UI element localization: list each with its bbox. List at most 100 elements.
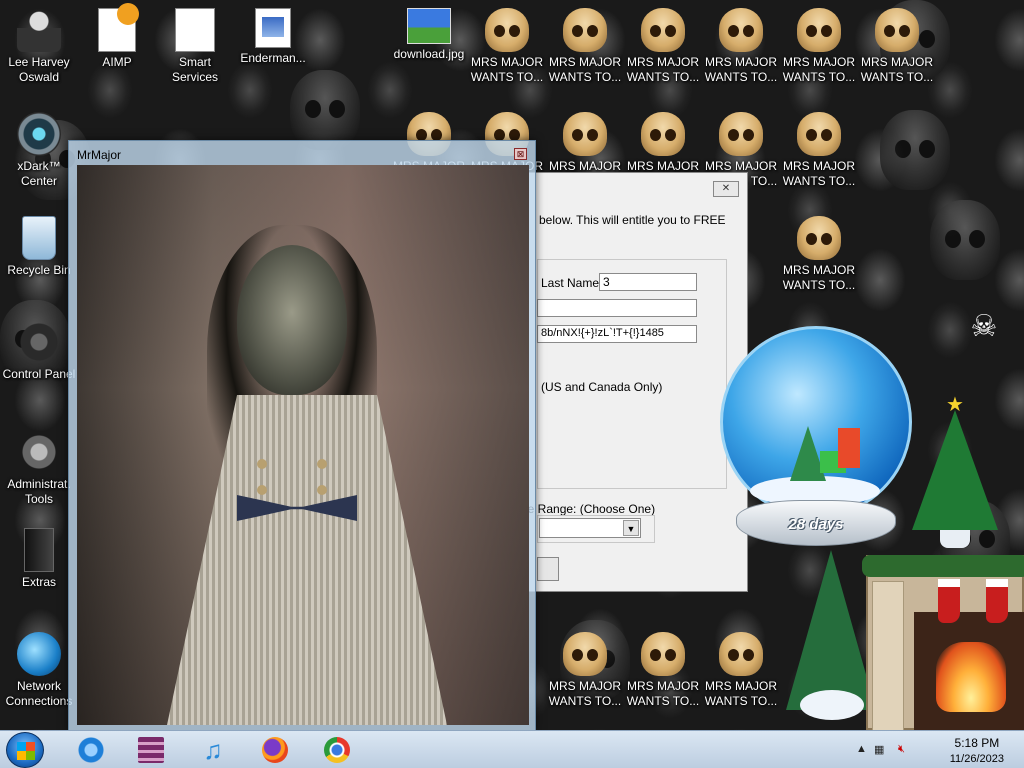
- stocking-icon: [986, 579, 1008, 623]
- desktop-icon-label: download.jpg: [393, 47, 465, 61]
- desktop-icon-label: Administrat. Tools: [7, 477, 71, 506]
- volume-muted-icon[interactable]: 🔇︎: [898, 743, 905, 756]
- close-icon[interactable]: ✕: [713, 181, 739, 197]
- last-name-label: Last Name:: [541, 276, 603, 290]
- desktop-icon-skull[interactable]: MRS MAJOR WANTS TO...: [624, 8, 702, 85]
- desktop-icon-extras[interactable]: Extras: [0, 528, 78, 590]
- days-countdown: 28 days: [788, 516, 844, 533]
- desktop: Lee Harvey Oswald xDark™ Center Recycle …: [0, 0, 1024, 730]
- intro-text: below. This will entitle you to FREE: [539, 213, 726, 227]
- desktop-icon-label: MRS MAJOR WANTS TO...: [704, 55, 778, 84]
- desktop-icon-skull[interactable]: MRS MAJOR WANTS TO...: [468, 8, 546, 85]
- register-button[interactable]: [537, 557, 559, 581]
- desktop-icon-skull[interactable]: MRS MAJOR WANTS TO...: [780, 216, 858, 293]
- fireplace-gadget[interactable]: [862, 555, 1024, 730]
- tree-icon: [912, 410, 998, 530]
- desktop-icon-label: Smart Services: [171, 55, 218, 84]
- skull-icon: [719, 8, 763, 52]
- chevron-down-icon: ▼: [623, 520, 639, 536]
- snow-globe-gadget[interactable]: 28 days: [720, 326, 916, 550]
- skull-icon: [485, 8, 529, 52]
- skull-icon: [875, 8, 919, 52]
- desktop-icon-xdark-center[interactable]: xDark™ Center: [0, 112, 78, 189]
- text-field[interactable]: [537, 299, 697, 317]
- range-select[interactable]: ▼: [539, 518, 641, 538]
- taskbar-internet-explorer[interactable]: [70, 733, 110, 767]
- fire-icon: [936, 642, 1006, 712]
- desktop-icon-label: MRS MAJOR WANTS TO...: [782, 55, 856, 84]
- desktop-icon-aimp[interactable]: AIMP: [78, 3, 156, 70]
- taskbar-firefox[interactable]: [254, 733, 294, 767]
- taskbar: ♫ ▲ ▦ 🔇︎ 5:18 PM 11/26/2023: [0, 730, 1024, 768]
- window-title: MrMajor: [77, 148, 121, 162]
- desktop-icon-label: Extras: [21, 575, 56, 589]
- desktop-icon-skull[interactable]: MRS MAJOR WANTS TO...: [624, 632, 702, 709]
- person-icon: [17, 8, 61, 52]
- taskbar-winrar[interactable]: [130, 733, 170, 767]
- skull-icon: [797, 216, 841, 260]
- desktop-icon-label: Recycle Bin: [7, 263, 71, 277]
- desktop-icon-label: MRS MAJOR WANTS TO...: [470, 55, 544, 84]
- image-file-icon: [407, 8, 451, 44]
- registration-group: [537, 259, 727, 489]
- skull-icon: [641, 632, 685, 676]
- desktop-icon-skull[interactable]: MRS MAJOR WANTS TO...: [858, 8, 936, 85]
- range-label: ge Range: (Choose One): [521, 502, 656, 516]
- desktop-icon-label: MRS MAJOR WANTS TO...: [782, 159, 856, 188]
- desktop-icon-label: Control Panel: [2, 367, 76, 381]
- desktop-icon-label: Network Connections: [5, 679, 73, 708]
- taskbar-music[interactable]: ♫: [192, 733, 232, 767]
- desktop-icon-smart-services[interactable]: Smart Services: [156, 8, 234, 85]
- folder-icon: [24, 528, 54, 572]
- desktop-icon-control-panel[interactable]: Control Panel: [0, 320, 78, 382]
- desktop-icon-label: AIMP: [102, 55, 132, 69]
- aimp-icon: [98, 3, 139, 52]
- last-name-field[interactable]: 3: [599, 273, 697, 291]
- desktop-icon-skull[interactable]: MRS MAJOR WANTS TO...: [546, 632, 624, 709]
- start-button[interactable]: [6, 732, 44, 768]
- desktop-icon-label: MRS MAJOR WANTS TO...: [548, 55, 622, 84]
- serial-field[interactable]: 8b/nNX!{+}!zL`!T+{!}1485: [537, 325, 697, 343]
- desktop-icon-skull[interactable]: MRS MAJOR WANTS TO...: [780, 112, 858, 189]
- desktop-icon-label: MRS MAJOR WANTS TO...: [782, 263, 856, 292]
- close-icon[interactable]: ⊠: [514, 148, 527, 160]
- recycle-bin-icon: [22, 216, 56, 260]
- desktop-icon-skull[interactable]: MRS MAJOR WANTS TO...: [702, 8, 780, 85]
- desktop-icon-recycle-bin[interactable]: Recycle Bin: [0, 216, 78, 278]
- admin-tools-icon: [17, 430, 61, 474]
- desktop-icon-enderman[interactable]: Enderman...: [234, 8, 312, 66]
- stocking-icon: [938, 579, 960, 623]
- range-select-value: [540, 521, 543, 535]
- desktop-icon-label: MRS MAJOR WANTS TO...: [626, 679, 700, 708]
- christmas-tree-gadget[interactable]: ★: [910, 392, 1000, 552]
- desktop-icon-lee-harvey-oswald[interactable]: Lee Harvey Oswald: [0, 8, 78, 85]
- country-text: (US and Canada Only): [541, 380, 663, 394]
- network-icon: [17, 632, 61, 676]
- chrome-icon: [324, 737, 350, 763]
- gift-icon: [838, 428, 860, 468]
- desktop-icon-label: MRS MAJOR WANTS TO...: [548, 679, 622, 708]
- xdark-icon: [17, 112, 61, 156]
- desktop-icon-skull[interactable]: MRS MAJOR WANTS TO...: [702, 632, 780, 709]
- desktop-icon-skull[interactable]: MRS MAJOR WANTS TO...: [546, 8, 624, 85]
- control-panel-icon: [17, 320, 61, 364]
- desktop-icon-label: xDark™ Center: [17, 159, 61, 188]
- desktop-icon-download-jpg[interactable]: download.jpg: [390, 8, 468, 62]
- skull-icon: [641, 112, 685, 156]
- desktop-icon-skull[interactable]: MRS MAJOR WANTS TO...: [780, 8, 858, 85]
- skull-icon: [719, 632, 763, 676]
- desktop-icon-label: Lee Harvey Oswald: [8, 55, 70, 84]
- skull-icon: [797, 8, 841, 52]
- taskbar-chrome[interactable]: [316, 733, 356, 767]
- clock[interactable]: 5:18 PM 11/26/2023: [950, 735, 1004, 767]
- mrmajor-window: MrMajor ⊠: [68, 140, 536, 730]
- desktop-icon-administrative-tools[interactable]: Administrat. Tools: [0, 430, 78, 507]
- network-status-icon[interactable]: ▦: [874, 743, 884, 756]
- clock-time: 5:18 PM: [954, 736, 1000, 750]
- desktop-icon-label: MRS MAJOR WANTS TO...: [626, 55, 700, 84]
- skull-icon: [563, 8, 607, 52]
- show-hidden-icons[interactable]: ▲: [856, 743, 867, 755]
- desktop-icon-network-connections[interactable]: Network Connections: [0, 632, 78, 709]
- desktop-icon-label: MRS MAJOR WANTS TO...: [860, 55, 934, 84]
- skull-crossbones-icon: ☠: [970, 310, 998, 343]
